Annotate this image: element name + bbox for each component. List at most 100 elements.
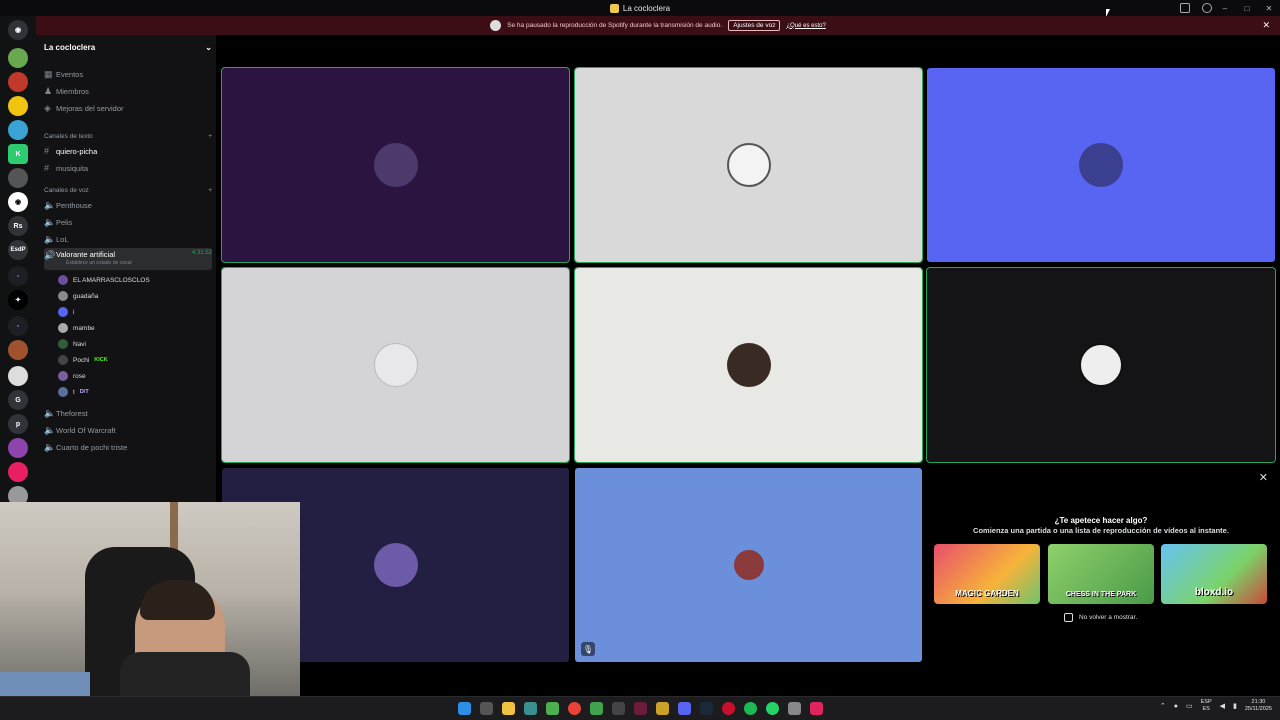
server-icon[interactable] — [8, 96, 28, 116]
maximize-icon[interactable]: □ — [1236, 4, 1258, 13]
folder-icon[interactable]: ▪ — [8, 316, 28, 336]
participant-tile[interactable] — [221, 67, 570, 263]
app-icon[interactable] — [612, 702, 625, 715]
server-icon[interactable] — [8, 48, 28, 68]
sidebar-item-members[interactable]: ♟ Miembros — [44, 84, 212, 98]
avatar — [58, 323, 68, 333]
app-icon[interactable] — [524, 702, 537, 715]
voice-channel-theforest[interactable]: 🔈 Theforest — [44, 406, 212, 420]
participant-tile[interactable] — [221, 267, 570, 463]
game-card-bloxd[interactable]: bloxd.io — [1161, 544, 1267, 604]
app-icon[interactable] — [810, 702, 823, 715]
channel-status[interactable]: Establece un estado de canal — [66, 260, 132, 266]
notice-text: Se ha pausado la reproducción de Spotify… — [507, 22, 723, 29]
add-channel-icon[interactable]: + — [208, 133, 212, 140]
game-card-magic-garden[interactable]: MAGIC GARDEN — [934, 544, 1040, 604]
voice-category[interactable]: Canales de voz + — [44, 187, 212, 194]
voice-channel-active[interactable]: 🔊 Valorante artificial 4:31:52 Establece… — [44, 248, 212, 270]
app-icon[interactable] — [590, 702, 603, 715]
server-p[interactable]: p — [8, 414, 28, 434]
lang-code: ESP — [1200, 699, 1212, 705]
spotify-taskbar-icon[interactable] — [744, 702, 757, 715]
mic-icon[interactable]: ● — [1174, 703, 1178, 710]
app-icon[interactable] — [546, 702, 559, 715]
chevron-up-icon[interactable]: ⌃ — [1160, 702, 1166, 710]
participant-tile[interactable] — [926, 267, 1276, 463]
server-icon[interactable] — [8, 438, 28, 458]
server-icon[interactable] — [8, 366, 28, 386]
language-indicator[interactable]: ESP ES — [1201, 699, 1212, 713]
server-icon[interactable]: K — [8, 144, 28, 164]
voice-member[interactable]: mambe — [58, 321, 95, 335]
voice-channel-penthouse[interactable]: 🔈 Penthouse — [44, 198, 212, 212]
voice-channel-pelis[interactable]: 🔈 Pelis — [44, 215, 212, 229]
server-icon[interactable] — [8, 120, 28, 140]
server-icon[interactable]: ✦ — [8, 290, 28, 310]
settings-icon[interactable] — [788, 702, 801, 715]
channel-label: quiero-picha — [56, 146, 98, 156]
battery-icon[interactable]: ▮ — [1233, 702, 1237, 710]
participant-tile[interactable] — [927, 68, 1275, 262]
voice-member[interactable]: t D/T — [58, 385, 89, 399]
server-icon[interactable]: ◉ — [8, 192, 28, 212]
voice-member[interactable]: rose — [58, 369, 86, 383]
app-icon[interactable] — [634, 702, 647, 715]
server-rs[interactable]: Rs — [8, 216, 28, 236]
checkbox-label: No volver a mostrar. — [1079, 614, 1138, 621]
guild-header[interactable]: La cocloclera ⌄ — [44, 43, 212, 52]
start-icon[interactable] — [458, 702, 471, 715]
voice-channel-lol[interactable]: 🔈 LoL — [44, 232, 212, 246]
voice-member[interactable]: guadaña — [58, 289, 98, 303]
server-g[interactable]: G — [8, 390, 28, 410]
server-icon[interactable] — [8, 168, 28, 188]
participant-tile[interactable] — [574, 267, 923, 463]
file-explorer-icon[interactable] — [502, 702, 515, 715]
voice-member[interactable]: Pochi KICK — [58, 353, 108, 367]
voice-settings-button[interactable]: Ajustes de voz — [728, 20, 781, 31]
server-icon[interactable] — [8, 340, 28, 360]
app-icon[interactable] — [722, 702, 735, 715]
minimize-icon[interactable]: – — [1214, 4, 1236, 13]
help-icon[interactable] — [1202, 3, 1212, 13]
sidebar-item-boosts[interactable]: ◈ Mejoras del servidor — [44, 101, 212, 115]
discord-taskbar-icon[interactable] — [678, 702, 691, 715]
close-icon[interactable]: ✕ — [1262, 20, 1270, 31]
server-esdp[interactable]: EsdP — [8, 240, 28, 260]
voice-member[interactable]: i — [58, 305, 74, 319]
channel-musiquita[interactable]: # musiquita — [44, 161, 212, 175]
sidebar-item-events[interactable]: ▦ Eventos — [44, 67, 212, 81]
server-icon[interactable] — [8, 72, 28, 92]
server-icon[interactable] — [8, 462, 28, 482]
discord-home-icon[interactable]: ◉ — [8, 20, 28, 40]
what-is-this-link[interactable]: ¿Qué es esto? — [786, 23, 825, 29]
chrome-icon[interactable] — [568, 702, 581, 715]
sidebar-item-label: Mejoras del servidor — [56, 103, 124, 113]
boost-icon: ◈ — [44, 102, 51, 113]
channel-quiero-picha[interactable]: # quiero-picha — [44, 144, 212, 158]
app-icon[interactable] — [656, 702, 669, 715]
discord-icon — [1079, 143, 1123, 187]
clock[interactable]: 21:30 25/11/2025 — [1245, 699, 1272, 713]
whatsapp-icon[interactable] — [766, 702, 779, 715]
participant-tile[interactable] — [574, 67, 923, 263]
steam-icon[interactable] — [700, 702, 713, 715]
voice-member[interactable]: Navi — [58, 337, 86, 351]
speaker-icon: 🔈 — [44, 441, 56, 452]
checkbox[interactable] — [1064, 613, 1073, 622]
voice-channel-cuarto[interactable]: 🔈 Cuarto de pochi triste — [44, 440, 212, 454]
task-view-icon[interactable] — [480, 702, 493, 715]
avatar — [58, 371, 68, 381]
volume-icon[interactable]: ◀ — [1220, 702, 1225, 710]
text-category[interactable]: Canales de texto + — [44, 133, 212, 140]
participant-tile[interactable]: 🎙 — [575, 468, 922, 662]
dont-show-again[interactable]: No volver a mostrar. — [1064, 613, 1137, 622]
close-window-icon[interactable]: ✕ — [1258, 4, 1280, 13]
game-card-chess[interactable]: CHESS IN THE PARK — [1048, 544, 1154, 604]
add-channel-icon[interactable]: + — [208, 187, 212, 194]
close-icon[interactable]: ✕ — [1259, 471, 1268, 484]
folder-icon[interactable]: ▪ — [8, 266, 28, 286]
voice-channel-wow[interactable]: 🔈 World Of Warcraft — [44, 423, 212, 437]
inbox-icon[interactable] — [1180, 3, 1190, 13]
network-icon[interactable]: ▭ — [1186, 702, 1193, 710]
voice-member[interactable]: EL AMARRASCLOSCLOS — [58, 273, 150, 287]
